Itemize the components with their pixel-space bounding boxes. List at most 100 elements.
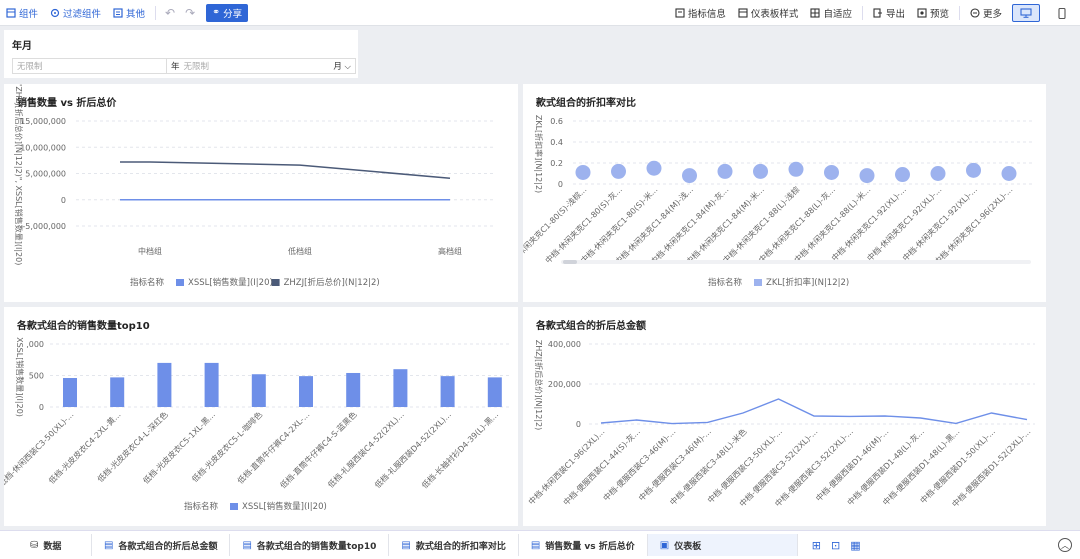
start-date-input[interactable]: 无限制 — [12, 58, 166, 74]
legend-item: XSSL[销售数量](I|20) — [242, 501, 327, 512]
metric-icon — [675, 8, 685, 18]
line-chart: 15,000,000 10,000,000 5,000,000 0 -5,000,000… — [14, 84, 494, 288]
y-tick-label: 0 — [61, 196, 66, 205]
other-icon — [113, 7, 123, 18]
tab-discounted-total[interactable]: ▤ 各款式组合的折后总金额 — [92, 534, 231, 556]
table-icon: ▤ — [401, 539, 411, 551]
tab-data[interactable]: ⛁ 数据 — [0, 534, 92, 556]
adaptive-button[interactable]: 自适应 — [804, 0, 858, 26]
bar — [487, 377, 502, 407]
bar-chart: ,0005000XSSL[销售数量](I|20)低档-休闲西装C3-50(XL)… — [4, 337, 509, 512]
legend-swatch — [754, 279, 762, 286]
chart-panel-sales-vs-price[interactable]: 销售数量 vs 折后总价 15,000,000 10,000,000 5,000,0… — [4, 84, 518, 302]
bar — [110, 377, 125, 407]
tab-sales-vs-price[interactable]: ▤ 销售数量 vs 折后总价 — [519, 534, 648, 556]
desktop-view-button[interactable] — [1012, 4, 1040, 22]
phone-icon — [1058, 7, 1066, 19]
x-tick-label: 低档-长袖衬衫D4-39(L)-黑... — [419, 409, 500, 490]
toolbar-divider — [861, 6, 863, 20]
bar — [251, 374, 266, 407]
more-label: 更多 — [982, 9, 1002, 20]
x-tick-label: 中档-便服西装C3-48(L)-米色 — [668, 426, 749, 507]
share-button[interactable]: ⚭ 分享 — [206, 3, 249, 22]
x-tick-label: 中档-休闲夹克C1-88(L)-灰... — [756, 184, 836, 264]
x-tick-label: 中档-休闲西装C1-96(2XL)... — [526, 426, 606, 506]
other-label: 其他 — [126, 8, 146, 20]
scatter-point — [717, 163, 733, 179]
dashboard-icon: ▣ — [659, 539, 670, 551]
table-icon: ▤ — [242, 539, 252, 551]
tab-label: 款式组合的折扣率对比 — [415, 541, 506, 552]
collapse-up-icon[interactable]: ︿ — [1058, 538, 1072, 552]
grid-icon — [810, 8, 820, 18]
scatter-point — [611, 163, 626, 179]
more-button[interactable]: 更多 — [964, 0, 1008, 26]
scatter-point — [930, 166, 946, 181]
x-tick-label: 中档-便服西装D1-50(XL)-... — [918, 426, 997, 505]
y-tick-label: 0 — [39, 403, 44, 412]
y-tick-label: ,000 — [26, 340, 44, 349]
x-tick-label: 中档-便服西装C3-46(M)-... — [636, 426, 713, 503]
add-table-icon[interactable]: ⊞ — [812, 539, 821, 552]
bar — [63, 378, 77, 407]
y-tick-label: 5,000,000 — [25, 170, 66, 179]
database-icon: ⛁ — [30, 539, 39, 551]
metric-info-label: 指标信息 — [687, 9, 726, 20]
y-tick-label: 400,000 — [548, 340, 581, 349]
mobile-view-button[interactable] — [1048, 4, 1076, 22]
bar — [440, 376, 455, 407]
scatter-point — [753, 163, 768, 179]
component-button[interactable]: 组件 — [0, 0, 44, 26]
year-month-filter: 年月 无限制 年 无限制 月 ⌵ — [4, 30, 358, 78]
bar — [346, 372, 361, 407]
x-tick-label: 低档-休闲西装C3-50(XL)-... — [4, 409, 75, 488]
more-icon — [970, 8, 980, 18]
metric-info-button[interactable]: 指标信息 — [669, 0, 732, 26]
add-component-icon[interactable]: ⊡ — [831, 539, 840, 552]
chart-panel-top10-sales[interactable]: 各款式组合的销售数量top10 ,000 500 0 XSSL[销售数量](I|20)… — [4, 307, 518, 526]
x-tick-label: 低档-礼服西装C4-52(2XL)... — [326, 409, 406, 489]
bar — [299, 376, 313, 407]
month-label: 月 — [333, 62, 342, 72]
x-tick-label: 中档-便服西装D1-46(M)-... — [813, 426, 890, 503]
preview-button[interactable]: 预览 — [911, 0, 955, 26]
y-tick-label: 0.2 — [550, 159, 563, 168]
legend-title: 指标名称 — [708, 277, 743, 288]
x-scrollbar-thumb — [563, 260, 577, 264]
undo-icon[interactable]: ↶ — [160, 6, 180, 20]
y-axis-title: XSSL[销售数量](I|20) — [15, 337, 25, 417]
chart-panel-discounted-total[interactable]: 各款式组合的折后总金额 400,000 200,000 0 ZHZJ[折后总价](N|… — [523, 307, 1046, 526]
tab-discount-rate[interactable]: ▤ 款式组合的折扣率对比 — [389, 534, 519, 556]
legend-title: 指标名称 — [184, 501, 219, 512]
export-button[interactable]: 导出 — [867, 0, 911, 26]
y-tick-label: 10,000,000 — [20, 143, 66, 152]
redo-icon[interactable]: ↷ — [180, 6, 200, 20]
preview-icon — [917, 8, 927, 18]
x-tick-label: 中档-便服西装D1-48(L)-灰... — [845, 426, 926, 507]
y-tick-label: 0 — [558, 180, 563, 189]
tab-tools: ⊞ ⊡ ▦ — [812, 539, 861, 552]
x-tick-label: 高档组 — [438, 246, 462, 256]
x-tick-label: 低档-直筒牛仔裤C4-S-蓝黑色 — [278, 409, 359, 490]
end-date-input[interactable]: 年 无限制 月 ⌵ — [166, 58, 356, 74]
tab-label: 销售数量 vs 折后总价 — [545, 541, 635, 552]
tab-dashboard[interactable]: ▣ 仪表板 — [647, 534, 798, 556]
scatter-point — [682, 168, 697, 184]
y-tick-label: 0 — [576, 420, 581, 429]
dashboard-style-button[interactable]: 仪表板样式 — [732, 0, 805, 26]
y-axis-title: ZHZJ[折后总价](N|12|2) — [534, 340, 544, 430]
filter-icon — [50, 8, 60, 18]
x-tick-label: 中档-休闲夹克C1-80(S)-灰... — [543, 184, 624, 265]
chart-panel-discount-rate[interactable]: 款式组合的折扣率对比 0.6 0.4 0.2 0 ZKL[折扣率](N|12|2) 中档-… — [523, 84, 1046, 302]
filter-component-button[interactable]: 过滤组件 — [44, 0, 107, 26]
style-icon — [738, 8, 748, 18]
add-dashboard-icon[interactable]: ▦ — [850, 539, 860, 552]
other-button[interactable]: 其他 — [107, 0, 151, 26]
scatter-point — [788, 161, 804, 177]
y-axis-title: "ZHZJ[折后总价](N|12|2)", XSSL[销售数量](I|20) — [14, 84, 24, 265]
month-select[interactable]: 月 ⌵ — [333, 60, 351, 72]
tab-label: 各款式组合的销售数量top10 — [256, 541, 377, 552]
bottom-tab-bar: ⛁ 数据 ▤ 各款式组合的折后总金额 ▤ 各款式组合的销售数量top10 ▤ 款… — [0, 530, 1080, 559]
y-tick-label: -5,000,000 — [22, 222, 66, 231]
tab-top10-sales[interactable]: ▤ 各款式组合的销售数量top10 — [230, 534, 390, 556]
